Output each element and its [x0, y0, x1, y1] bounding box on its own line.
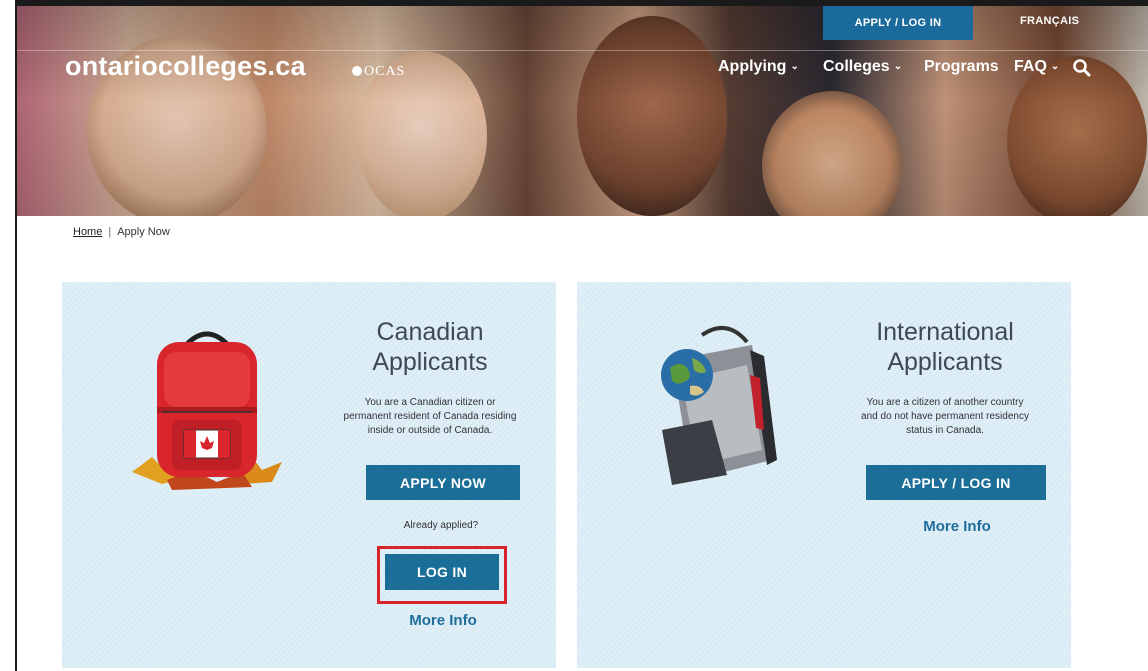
- nav-item-label: Applying: [718, 58, 787, 75]
- hero-banner: [17, 6, 1148, 216]
- language-toggle-link[interactable]: FRANÇAIS: [1020, 15, 1079, 27]
- nav-item-label: FAQ: [1014, 58, 1047, 75]
- card-title-line: International: [876, 318, 1014, 346]
- nav-item-label: Programs: [924, 58, 999, 75]
- card-title: Canadian Applicants: [310, 317, 550, 377]
- card-description: You are a Canadian citizen or permanent …: [305, 396, 555, 438]
- ocas-logo: OCAS: [352, 64, 405, 80]
- apply-now-button[interactable]: APPLY NOW: [366, 465, 520, 500]
- card-title-line: Canadian: [376, 318, 484, 346]
- card-description-line: permanent resident of Canada residing: [343, 411, 517, 422]
- international-applicants-card: International Applicants You are a citiz…: [577, 282, 1071, 668]
- more-info-link[interactable]: More Info: [363, 612, 523, 629]
- ocas-mark-icon: [352, 66, 362, 76]
- site-logo[interactable]: ontariocolleges.ca: [65, 51, 306, 82]
- nav-item-faq[interactable]: FAQ ⌄: [1014, 58, 1059, 76]
- ocas-logo-text: OCAS: [364, 64, 406, 79]
- card-description-line: You are a citizen of another country: [866, 397, 1024, 408]
- card-title-line: Applicants: [887, 348, 1003, 376]
- breadcrumb-home-link[interactable]: Home: [73, 226, 102, 238]
- nav-item-programs[interactable]: Programs: [924, 58, 999, 76]
- nav-item-label: Colleges: [823, 58, 890, 75]
- gray-backpack-icon: [661, 326, 777, 485]
- log-in-button[interactable]: LOG IN: [385, 554, 499, 590]
- hero-overlay: [17, 6, 1148, 216]
- chevron-down-icon: ⌄: [790, 61, 799, 72]
- breadcrumb: Home | Apply Now: [73, 226, 170, 238]
- already-applied-text: Already applied?: [403, 520, 479, 531]
- breadcrumb-current: Apply Now: [117, 226, 170, 238]
- chevron-down-icon: ⌄: [1050, 61, 1060, 72]
- canadian-applicants-card: Canadian Applicants You are a Canadian c…: [62, 282, 556, 668]
- nav-item-applying[interactable]: Applying ⌄: [718, 58, 799, 76]
- card-description-line: inside or outside of Canada.: [367, 425, 493, 436]
- nav-item-colleges[interactable]: Colleges ⌄: [823, 58, 902, 76]
- red-backpack-icon: [132, 331, 282, 490]
- apply-login-button[interactable]: APPLY / LOG IN: [866, 465, 1046, 500]
- card-title: International Applicants: [825, 317, 1065, 377]
- chevron-down-icon: ⌄: [893, 61, 903, 72]
- card-description: You are a citizen of another country and…: [820, 396, 1070, 438]
- card-description-line: status in Canada.: [906, 425, 984, 436]
- apply-login-top-button[interactable]: APPLY / LOG IN: [823, 6, 973, 40]
- breadcrumb-separator: |: [108, 226, 112, 238]
- search-icon[interactable]: [1072, 58, 1092, 78]
- more-info-link[interactable]: More Info: [877, 518, 1037, 535]
- card-title-line: Applicants: [372, 348, 488, 376]
- card-description-line: and do not have permanent residency: [861, 411, 1029, 422]
- card-description-line: You are a Canadian citizen or: [364, 397, 496, 408]
